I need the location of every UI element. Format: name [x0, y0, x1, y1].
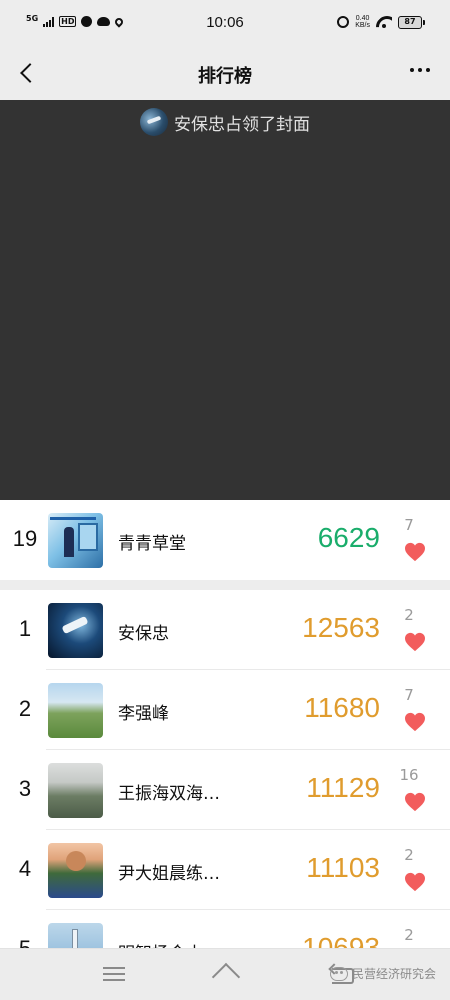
step-count: 6629: [317, 522, 380, 553]
cover-caption: 安保忠占领了封面: [0, 108, 450, 136]
like-count: 7: [404, 516, 414, 534]
step-count: 11680: [304, 692, 380, 723]
system-nav-bar: 民营经济研究会: [0, 948, 450, 1000]
rank-row[interactable]: 1 安保忠 12563 2: [0, 590, 450, 670]
rank-row[interactable]: 2 李强峰 11680 7: [0, 670, 450, 750]
status-right-icons: 0.40 KB/s 87: [337, 15, 425, 29]
cover-owner-avatar[interactable]: [140, 108, 168, 136]
my-rank-row[interactable]: 19 青青草堂 6629 7: [0, 500, 450, 580]
avatar[interactable]: [48, 683, 103, 738]
rank-number: 2: [18, 696, 32, 721]
rank-number: 1: [18, 616, 32, 641]
step-count: 12563: [302, 612, 380, 643]
like-count: 16: [399, 766, 419, 784]
network-speed: 0.40 KB/s: [355, 15, 370, 29]
rank-number: 3: [18, 776, 32, 801]
like-count: 2: [404, 926, 414, 944]
status-bar: 5G HD 10:06 0.40 KB/s 87: [0, 0, 450, 50]
avatar[interactable]: [48, 513, 103, 568]
wifi-icon: [376, 16, 392, 28]
cover-area[interactable]: 安保忠占领了封面: [0, 100, 450, 500]
step-count: 10693: [302, 932, 380, 948]
avatar[interactable]: [48, 923, 103, 948]
step-count: 11103: [306, 852, 380, 883]
rank-row[interactable]: 5 明智杨金山 10693 2: [0, 910, 450, 948]
user-name: 安保忠: [118, 624, 169, 644]
rank-number: 5: [0, 936, 50, 948]
wechat-icon: [329, 966, 348, 981]
battery-icon: 87: [398, 15, 425, 29]
heart-icon[interactable]: [404, 792, 426, 812]
heart-icon[interactable]: [404, 542, 426, 562]
like-count: 7: [404, 686, 414, 704]
rank-row[interactable]: 3 王振海双海… 11129 16: [0, 750, 450, 830]
step-count: 11129: [306, 772, 380, 803]
rank-row[interactable]: 4 尹大姐晨练… 11103 2: [0, 830, 450, 910]
rank-number: 19: [12, 526, 38, 551]
speed-value: 0.40: [355, 15, 370, 22]
cover-caption-text: 安保忠占领了封面: [174, 114, 310, 135]
heart-icon[interactable]: [404, 632, 426, 652]
heart-icon[interactable]: [404, 712, 426, 732]
avatar[interactable]: [48, 603, 103, 658]
avatar[interactable]: [48, 843, 103, 898]
speed-unit: KB/s: [355, 22, 370, 29]
like-count: 2: [404, 846, 414, 864]
home-icon[interactable]: [210, 963, 240, 987]
user-name: 明智杨金山: [118, 939, 203, 948]
heart-icon[interactable]: [404, 872, 426, 892]
section-gap: [0, 580, 450, 590]
rank-number: 4: [18, 856, 32, 881]
nav-bar: 排行榜: [0, 50, 450, 100]
avatar[interactable]: [48, 763, 103, 818]
like-count: 2: [404, 606, 414, 624]
user-name: 尹大姐晨练…: [118, 864, 220, 884]
watermark: 民营经济研究会: [329, 965, 436, 982]
user-name: 青青草堂: [118, 534, 186, 554]
menu-icon[interactable]: [99, 963, 129, 987]
alarm-icon: [337, 16, 350, 28]
page-title: 排行榜: [198, 66, 252, 87]
user-name: 王振海双海…: [118, 784, 220, 804]
watermark-text: 民营经济研究会: [351, 967, 436, 981]
more-options-icon[interactable]: [410, 68, 430, 72]
user-name: 李强峰: [118, 704, 169, 724]
